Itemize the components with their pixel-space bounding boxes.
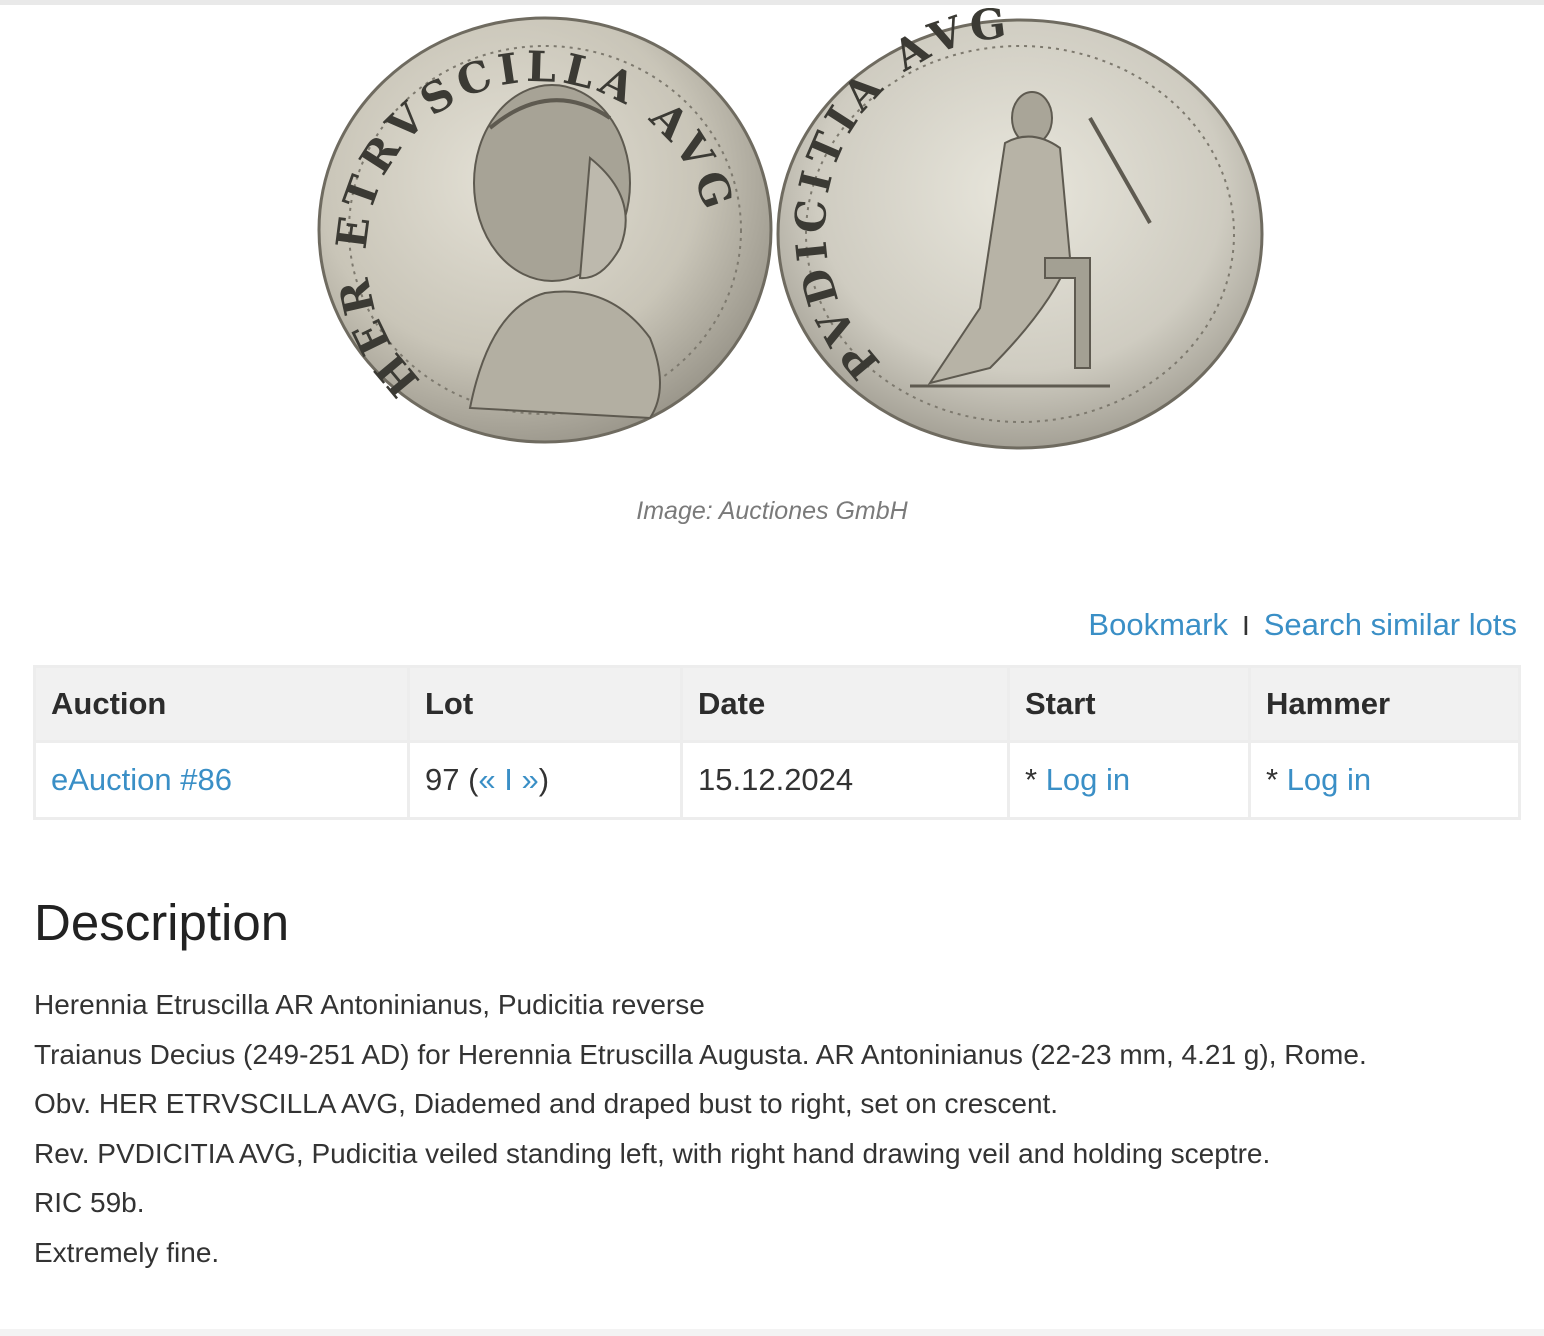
coin-image[interactable]: HER ETRVSCILLA AVG PVDICITIA AVG: [290, 8, 1270, 458]
lot-close-paren: ): [538, 762, 550, 797]
bottom-divider: [0, 1329, 1544, 1336]
lot-info-table: Auction Lot Date Start Hammer eAuction #…: [33, 665, 1521, 820]
description-body: Herennia Etruscilla AR Antoninianus, Pud…: [34, 980, 1517, 1277]
date-cell: 15.12.2024: [680, 740, 1010, 820]
start-asterisk: *: [1025, 762, 1046, 797]
header-date: Date: [680, 665, 1010, 743]
table-row: eAuction #86 97 (« I ») 15.12.2024 * Log…: [33, 740, 1521, 820]
top-divider: [0, 0, 1544, 5]
header-hammer: Hammer: [1248, 665, 1521, 743]
description-heading: Description: [34, 894, 290, 951]
description-line: Herennia Etruscilla AR Antoninianus, Pud…: [34, 989, 705, 1020]
description-line: Obv. HER ETRVSCILLA AVG, Diademed and dr…: [34, 1088, 1059, 1119]
lot-cell: 97 (« I »): [407, 740, 683, 820]
search-similar-link[interactable]: Search similar lots: [1264, 607, 1517, 642]
image-caption: Image: Auctiones GmbH: [636, 497, 908, 525]
table-header-row: Auction Lot Date Start Hammer: [33, 665, 1521, 743]
description-line: Extremely fine.: [34, 1236, 220, 1268]
hammer-asterisk: *: [1266, 762, 1287, 797]
auction-link[interactable]: eAuction #86: [51, 762, 232, 797]
lot-actions: Bookmark I Search similar lots: [1088, 607, 1517, 643]
action-separator: I: [1241, 610, 1250, 641]
hammer-cell: * Log in: [1248, 740, 1521, 820]
header-start: Start: [1007, 665, 1251, 743]
hammer-login-link[interactable]: Log in: [1287, 762, 1371, 797]
description-line: Rev. PVDICITIA AVG, Pudicitia veiled sta…: [34, 1137, 1271, 1169]
description-line: Traianus Decius (249-251 AD) for Herenni…: [34, 1038, 1367, 1070]
obverse-coin: HER ETRVSCILLA AVG: [317, 16, 773, 444]
lot-nav-separator: I: [504, 762, 513, 797]
description-line: RIC 59b.: [34, 1187, 145, 1218]
bookmark-link[interactable]: Bookmark: [1088, 607, 1228, 642]
start-cell: * Log in: [1007, 740, 1251, 820]
reverse-coin: PVDICITIA AVG: [776, 8, 1264, 450]
header-auction: Auction: [33, 665, 410, 743]
header-lot: Lot: [407, 665, 683, 743]
start-login-link[interactable]: Log in: [1046, 762, 1130, 797]
previous-lot-link[interactable]: «: [478, 762, 495, 797]
auction-cell: eAuction #86: [33, 740, 410, 820]
next-lot-link[interactable]: »: [522, 762, 539, 797]
lot-number: 97 (: [425, 762, 479, 797]
